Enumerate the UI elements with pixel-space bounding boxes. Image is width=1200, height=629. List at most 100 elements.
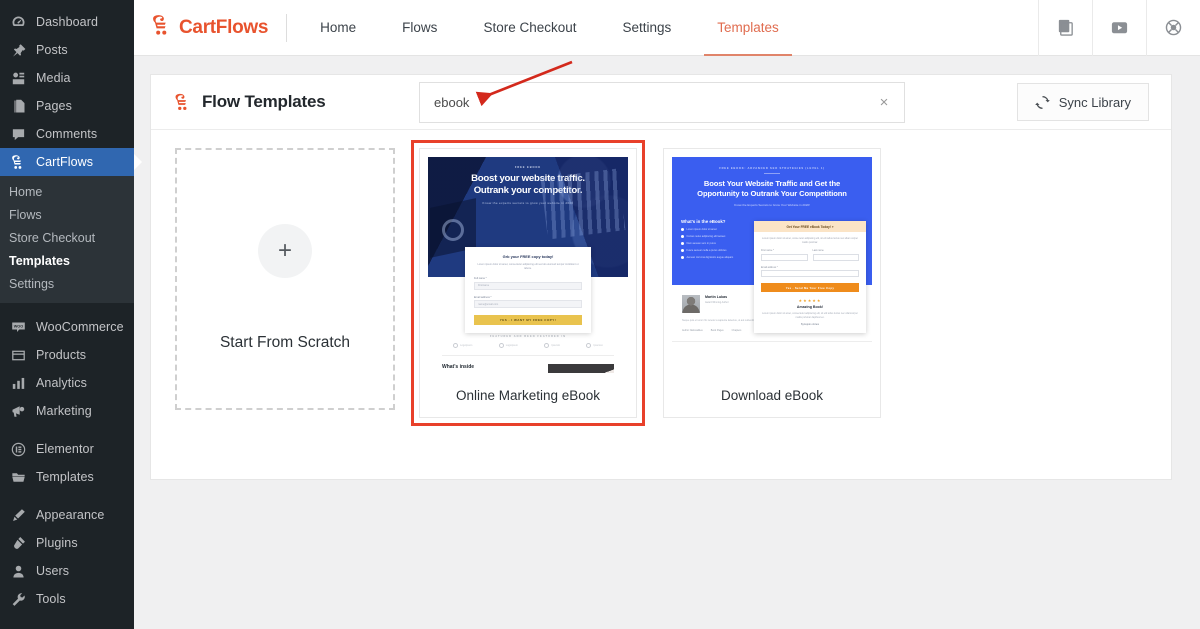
cartflows-submenu: Home Flows Store Checkout Templates Settings [0, 176, 134, 303]
tab-templates[interactable]: Templates [694, 0, 802, 56]
logo-item: Logoipsum [453, 343, 472, 348]
dashboard-icon [9, 13, 27, 31]
sync-library-label: Sync Library [1058, 94, 1131, 110]
tab-settings[interactable]: Settings [600, 0, 695, 56]
sidebar-item-media[interactable]: Media [0, 64, 134, 92]
thumb-optin-form: Grb your FREE copy today! Lorem ipsum do… [465, 247, 591, 333]
sidebar-item-label: Elementor [36, 442, 94, 456]
field1-label: Full name * [474, 277, 487, 280]
sidebar-item-label: Media [36, 71, 71, 85]
submenu-item-templates[interactable]: Templates [0, 250, 134, 273]
field2-input [812, 253, 859, 261]
youtube-icon[interactable] [1092, 0, 1146, 56]
tab-home[interactable]: Home [297, 0, 379, 56]
sidebar-item-products[interactable]: Products [0, 341, 134, 369]
brand-divider [286, 13, 288, 42]
template-thumbnail: FREE EBOOK Boost your website traffic. O… [428, 157, 628, 373]
reviewer-name: Synopsis Jones [800, 323, 820, 327]
docs-icon[interactable] [1038, 0, 1092, 56]
sidebar-item-label: Products [36, 348, 87, 362]
logo-item: Logoipsum [498, 343, 518, 348]
template-card-download-ebook[interactable]: FREE EBOOK: ADVANCED SEO STRATEGIES (LEV… [663, 148, 881, 418]
start-from-scratch-card[interactable]: + Start From Scratch [175, 148, 395, 410]
sidebar-item-label: Posts [36, 43, 68, 57]
grid-gap [637, 148, 663, 418]
whats-inside-section: What's inside With over two and a half y… [428, 356, 628, 373]
sidebar-item-analytics[interactable]: Analytics [0, 369, 134, 397]
sidebar-item-appearance[interactable]: Appearance [0, 501, 134, 529]
thumb-subhead: Know the Experts Secrets to Grow Your We… [734, 202, 810, 207]
logo-mark-icon [498, 343, 504, 348]
tab-store-checkout[interactable]: Store Checkout [460, 0, 599, 56]
sidebar-item-elementor[interactable]: Elementor [0, 435, 134, 463]
search-input[interactable]: ebook × [419, 82, 905, 123]
submenu-item-home[interactable]: Home [0, 181, 134, 204]
submenu-item-flows[interactable]: Flows [0, 204, 134, 227]
sidebar-item-label: Marketing [36, 404, 92, 418]
cartflows-logo-icon [150, 14, 173, 41]
thumb-eyebrow: FREE EBOOK [514, 166, 542, 169]
sidebar-item-tools[interactable]: Tools [0, 585, 134, 613]
template-thumbnail: FREE EBOOK: ADVANCED SEO STRATEGIES (LEV… [672, 157, 872, 373]
logo-mark-icon [586, 343, 592, 348]
field2: Last name [812, 244, 859, 261]
whats-inside-text: What's inside With over two and a half y… [442, 364, 540, 373]
field1: First name * [761, 244, 808, 261]
folder-icon [9, 468, 27, 486]
sidebar-item-marketing[interactable]: Marketing [0, 397, 134, 425]
pin-icon [9, 41, 27, 59]
products-icon [9, 346, 27, 364]
flow-templates-panel: Flow Templates ebook × Sync Library + St… [150, 74, 1172, 480]
sidebar-item-label: WooCommerce [36, 320, 124, 334]
appearance-icon [9, 506, 27, 524]
support-icon[interactable] [1146, 0, 1200, 56]
admin-screen: Dashboard Posts Media Pages Comments CartFlow… [0, 0, 1200, 629]
sidebar-item-posts[interactable]: Posts [0, 36, 134, 64]
media-icon [9, 69, 27, 87]
headline-line-1: Boost Your Website Traffic and Get the [703, 178, 841, 188]
sidebar-item-comments[interactable]: Comments [0, 120, 134, 148]
keyboard-photo-texture [540, 168, 626, 240]
sidebar-item-users[interactable]: Users [0, 557, 134, 585]
clear-search-icon[interactable]: × [876, 95, 892, 110]
tab-flows[interactable]: Flows [379, 0, 460, 56]
list-item-label: Nam aenean sem in purus [686, 241, 716, 245]
footer-item: Book Pages [710, 328, 724, 332]
cartflows-icon [9, 153, 27, 171]
cartflows-brand[interactable]: CartFlows [150, 14, 286, 41]
sidebar-item-pages[interactable]: Pages [0, 92, 134, 120]
form-body: Lorem ipsum dolor sit amet, conse tetur … [754, 232, 866, 333]
sidebar-item-label: Users [36, 564, 70, 578]
field2-label: Last name [812, 249, 824, 253]
sidebar-item-label: Dashboard [36, 15, 99, 29]
field1-label: First name * [761, 249, 774, 253]
elementor-icon [9, 440, 27, 458]
review-text: Lorem ipsum dolor sit amet, consectetur … [762, 312, 858, 319]
templates-grid: + Start From Scratch FREE EBOOK Boost yo… [151, 130, 1171, 426]
dial-photo-shape [442, 219, 464, 241]
logo-label: Ipsumlo [551, 344, 561, 347]
whats-inside-heading: What's inside [442, 364, 475, 370]
logo-row: Logoipsum Logoipsum Ipsumlo Ipsumco [428, 338, 628, 348]
template-card-online-marketing-ebook[interactable]: FREE EBOOK Boost your website traffic. O… [411, 140, 645, 426]
sidebar-item-plugins[interactable]: Plugins [0, 529, 134, 557]
panel-header: Flow Templates ebook × Sync Library [151, 75, 1171, 130]
thumb-headline: Boost Your Website Traffic and Get the O… [681, 179, 863, 199]
brand-name: CartFlows [179, 16, 269, 38]
form-heading: Get Your FREE eBook Today! » [754, 221, 866, 232]
logo-label: Logoipsum [460, 344, 473, 347]
submenu-item-settings[interactable]: Settings [0, 273, 134, 296]
submenu-item-store-checkout[interactable]: Store Checkout [0, 227, 134, 250]
plus-icon[interactable]: + [258, 224, 312, 278]
field3-label: Email address * [761, 265, 778, 269]
sidebar-item-cartflows[interactable]: CartFlows [0, 148, 134, 176]
sync-library-button[interactable]: Sync Library [1016, 83, 1149, 121]
sidebar-item-woocommerce[interactable]: WOO WooCommerce [0, 313, 134, 341]
analytics-icon [9, 374, 27, 392]
name-fields-row: First name * Last name [761, 244, 859, 261]
sidebar-item-dashboard[interactable]: Dashboard [0, 8, 134, 36]
topnav-icons [1038, 0, 1200, 56]
testimonial-name: Martin Lukas [705, 295, 728, 299]
sidebar-item-templates[interactable]: Templates [0, 463, 134, 491]
bullet-icon [681, 255, 684, 259]
